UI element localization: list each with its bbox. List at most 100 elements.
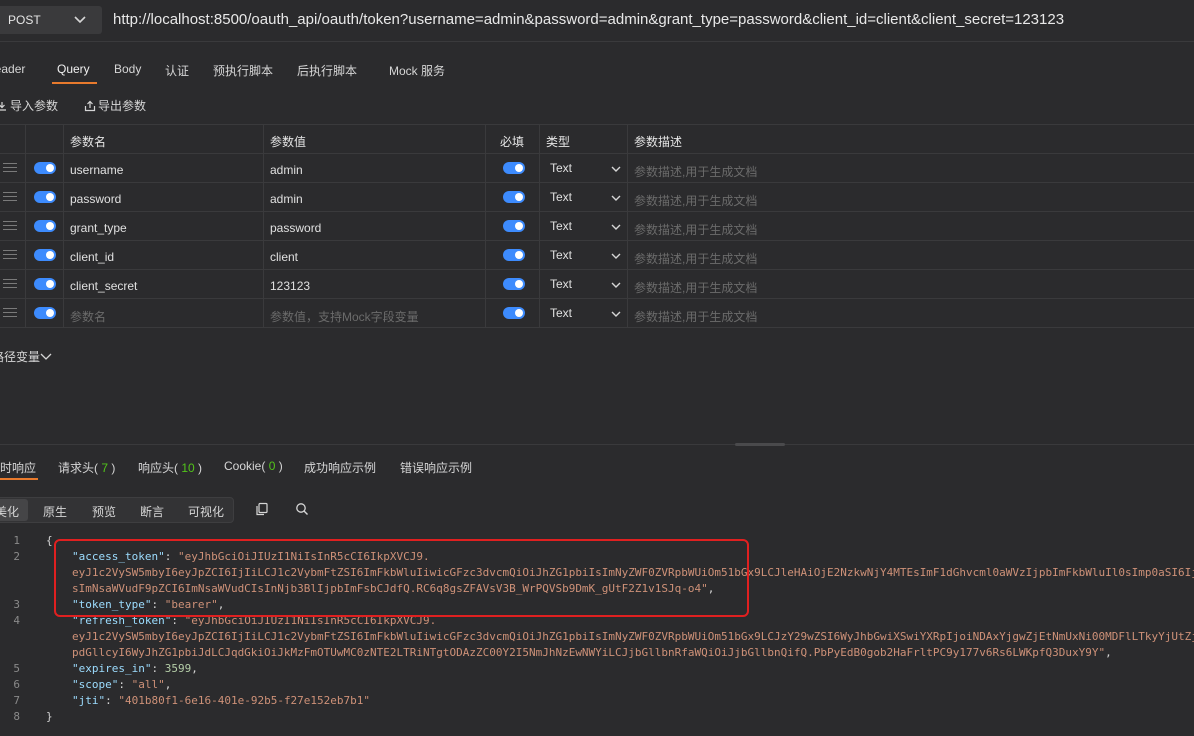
tab-header[interactable]: Header xyxy=(0,62,25,76)
panel-splitter xyxy=(0,444,1194,445)
copy-icon[interactable] xyxy=(255,502,269,516)
view-preview[interactable]: 预览 xyxy=(92,503,116,520)
type-label: Text xyxy=(550,277,573,291)
import-params-button[interactable]: 导入参数 xyxy=(0,97,58,114)
tab-realtime-response[interactable]: 实时响应 xyxy=(0,459,36,476)
drag-handle-icon[interactable] xyxy=(3,279,17,289)
drag-handle-icon[interactable] xyxy=(3,250,17,260)
param-value[interactable]: password xyxy=(270,221,321,235)
param-name[interactable]: client_secret xyxy=(70,279,137,293)
view-assert[interactable]: 断言 xyxy=(140,503,164,520)
tab-response-headers-label: 响应头 xyxy=(138,461,175,475)
tab-body[interactable]: Body xyxy=(114,62,141,76)
export-params-button[interactable]: 导出参数 xyxy=(84,97,146,114)
required-toggle[interactable] xyxy=(503,162,525,174)
url-input[interactable]: http://localhost:8500/oauth_api/oauth/to… xyxy=(113,11,1064,28)
enable-toggle[interactable] xyxy=(34,220,56,232)
chevron-down-icon xyxy=(611,282,621,288)
param-row: username admin Text 参数描述,用于生成文档 xyxy=(0,154,1194,183)
tab-cookie-label: Cookie xyxy=(224,459,262,473)
type-select[interactable]: Text xyxy=(540,299,628,327)
param-rows: username admin Text 参数描述,用于生成文档 password… xyxy=(0,154,1194,299)
request-tabs: Header Query Body 认证 预执行脚本 后执行脚本 Mock 服务 xyxy=(0,56,600,84)
param-name[interactable]: grant_type xyxy=(70,221,127,235)
param-value[interactable]: admin xyxy=(270,163,303,177)
param-name[interactable]: password xyxy=(70,192,121,206)
tab-pre-script[interactable]: 预执行脚本 xyxy=(213,62,273,79)
enable-toggle[interactable] xyxy=(34,249,56,261)
param-desc-input[interactable]: 参数描述,用于生成文档 xyxy=(634,250,757,267)
param-value[interactable]: admin xyxy=(270,192,303,206)
view-raw[interactable]: 原生 xyxy=(43,503,67,520)
type-select[interactable]: Text xyxy=(540,241,628,269)
drag-handle-icon[interactable] xyxy=(3,192,17,202)
chevron-down-icon xyxy=(40,353,52,360)
path-vars-toggle[interactable]: 路径变量 xyxy=(0,348,52,365)
chevron-down-icon xyxy=(611,224,621,230)
required-toggle[interactable] xyxy=(503,278,525,290)
drag-handle-icon[interactable] xyxy=(3,163,17,173)
param-value[interactable]: 123123 xyxy=(270,279,310,293)
json-line-jti: "jti": "401b80f1-6e16-401e-92b5-f27e152e… xyxy=(72,694,371,707)
line-number: 5 xyxy=(13,662,20,675)
tab-success-example[interactable]: 成功响应示例 xyxy=(304,459,376,476)
line-number: 1 xyxy=(13,534,20,547)
line-number: 2 xyxy=(13,550,20,563)
param-desc-input[interactable]: 参数描述,用于生成文档 xyxy=(634,163,757,180)
tab-auth[interactable]: 认证 xyxy=(165,62,189,79)
response-headers-count: 10 xyxy=(181,461,195,475)
json-key: "expires_in" xyxy=(72,662,152,675)
tab-request-headers[interactable]: 请求头( 7 ) xyxy=(58,459,115,476)
drag-handle-icon[interactable] xyxy=(3,221,17,231)
param-name-input[interactable]: 参数名 xyxy=(70,308,106,325)
type-select[interactable]: Text xyxy=(540,154,628,182)
enable-toggle[interactable] xyxy=(34,191,56,203)
line-number: 4 xyxy=(13,614,20,627)
tab-query[interactable]: Query xyxy=(57,62,90,76)
param-name[interactable]: username xyxy=(70,163,123,177)
param-desc-input[interactable]: 参数描述,用于生成文档 xyxy=(634,279,757,296)
type-label: Text xyxy=(550,306,573,320)
param-value[interactable]: client xyxy=(270,250,298,264)
type-select[interactable]: Text xyxy=(540,183,628,211)
tab-response-headers[interactable]: 响应头( 10 ) xyxy=(138,459,202,476)
json-line-scope: "scope": "all", xyxy=(72,678,172,691)
tab-cookie[interactable]: Cookie( 0 ) xyxy=(224,459,283,473)
drag-handle-icon[interactable] xyxy=(3,308,17,318)
param-desc-input[interactable]: 参数描述,用于生成文档 xyxy=(634,221,757,238)
type-select[interactable]: Text xyxy=(540,270,628,298)
chevron-down-icon xyxy=(611,166,621,172)
col-type: 类型 xyxy=(546,135,571,149)
param-desc-input[interactable]: 参数描述,用于生成文档 xyxy=(634,192,757,209)
required-toggle[interactable] xyxy=(503,220,525,232)
line-number: 7 xyxy=(13,694,20,707)
enable-toggle[interactable] xyxy=(34,307,56,319)
required-toggle[interactable] xyxy=(503,249,525,261)
line-number: 3 xyxy=(13,598,20,611)
url-bar: POST http://localhost:8500/oauth_api/oau… xyxy=(0,0,1194,42)
search-icon[interactable] xyxy=(295,502,309,516)
response-tabs: 实时响应 请求头( 7 ) 响应头( 10 ) Cookie( 0 ) 成功响应… xyxy=(0,452,700,480)
type-select[interactable]: Text xyxy=(540,212,628,240)
tab-error-example[interactable]: 错误响应示例 xyxy=(400,459,472,476)
required-toggle[interactable] xyxy=(503,191,525,203)
param-value-input[interactable]: 参数值，支持Mock字段变量 xyxy=(270,308,419,325)
required-toggle[interactable] xyxy=(503,307,525,319)
tab-post-script[interactable]: 后执行脚本 xyxy=(297,62,357,79)
method-select[interactable]: POST xyxy=(0,6,102,34)
view-beautify[interactable]: 美化 xyxy=(0,503,19,520)
enable-toggle[interactable] xyxy=(34,278,56,290)
enable-toggle[interactable] xyxy=(34,162,56,174)
params-table: 参数名 参数值 必填 类型 参数描述 username admin Text 参… xyxy=(0,124,1194,328)
param-name[interactable]: client_id xyxy=(70,250,114,264)
path-vars-label: 路径变量 xyxy=(0,350,41,364)
import-icon xyxy=(0,102,6,111)
splitter-handle[interactable] xyxy=(735,443,785,446)
tab-mock[interactable]: Mock 服务 xyxy=(389,62,445,79)
view-visualize[interactable]: 可视化 xyxy=(188,503,224,520)
export-params-label: 导出参数 xyxy=(98,99,147,113)
json-key: "scope" xyxy=(72,678,119,691)
param-desc-input[interactable]: 参数描述,用于生成文档 xyxy=(634,308,757,325)
col-value: 参数值 xyxy=(270,135,307,149)
import-params-label: 导入参数 xyxy=(10,99,59,113)
